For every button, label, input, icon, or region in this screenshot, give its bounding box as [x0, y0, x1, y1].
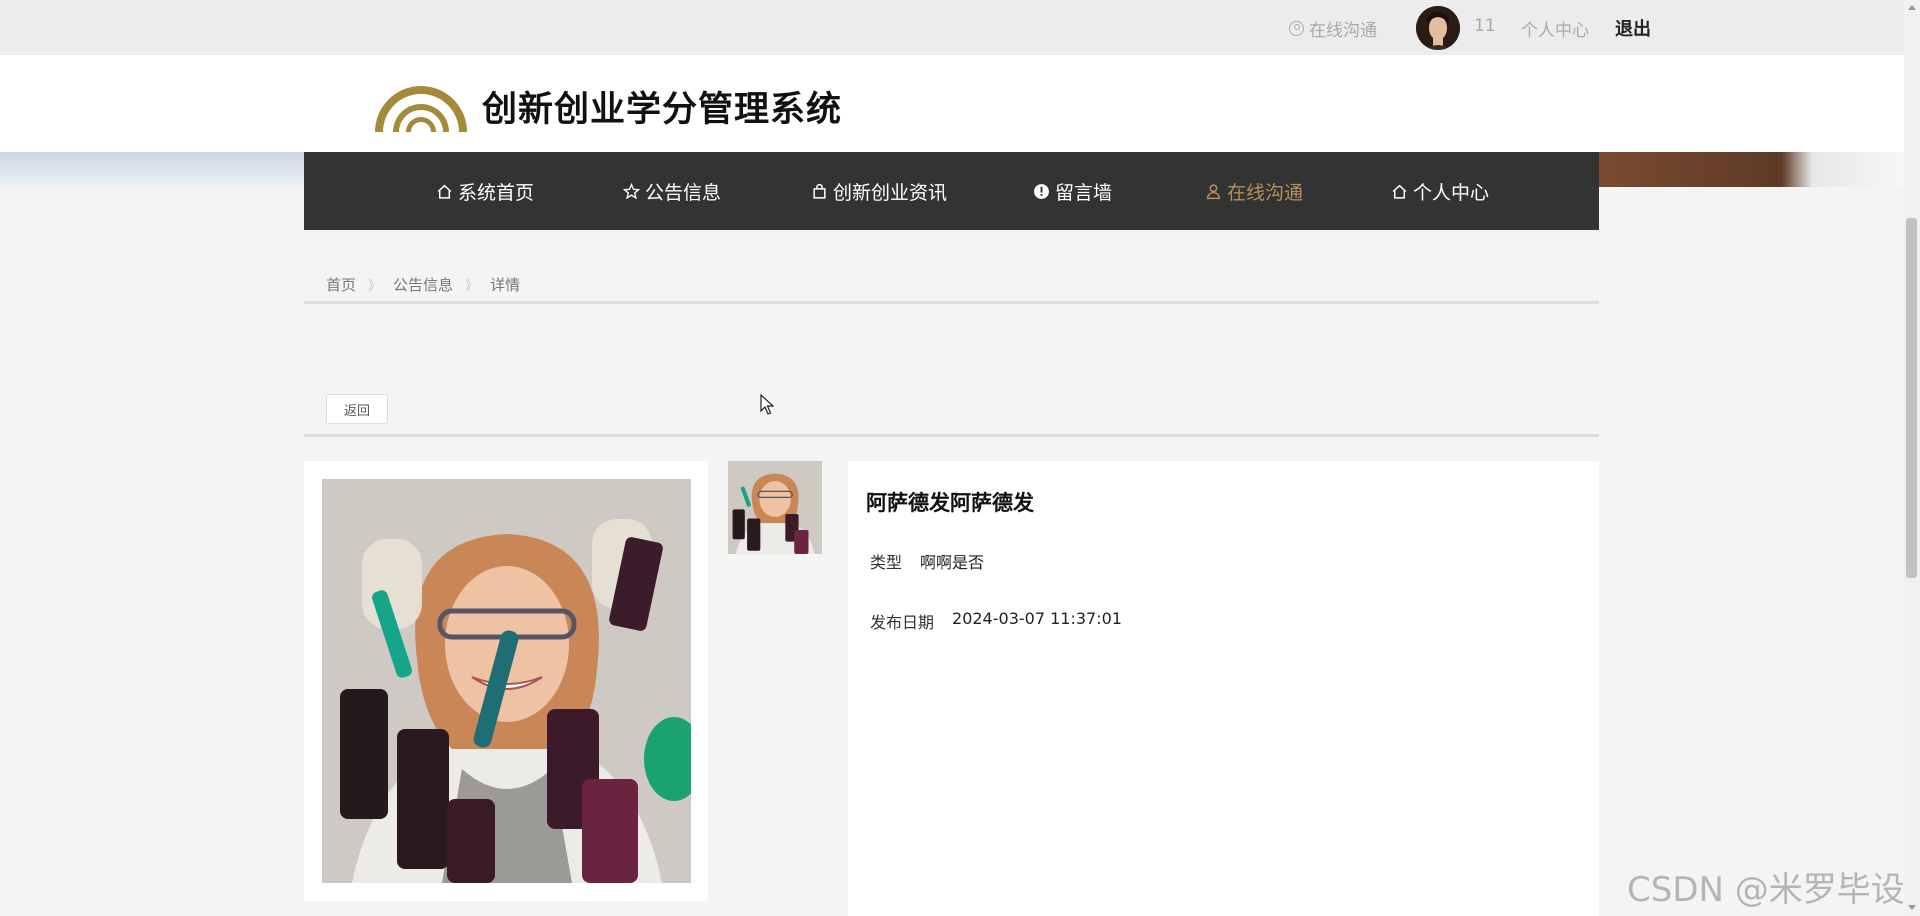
breadcrumb-separator: 》: [368, 279, 382, 294]
nav-item-label: 创新创业资讯: [833, 182, 948, 204]
main-photo[interactable]: [322, 479, 691, 883]
main-nav: 系统首页 公告信息 创新创业资讯 留言墙 在线沟通 个人中心: [304, 152, 1599, 230]
scroll-up-icon[interactable]: [1908, 5, 1916, 10]
nav-item-label: 留言墙: [1055, 182, 1113, 204]
top-chat-label: 在线沟通: [1309, 21, 1377, 41]
avatar[interactable]: [1416, 6, 1460, 50]
logo-icon: [375, 86, 467, 132]
nav-item-message-wall[interactable]: 留言墙: [1033, 178, 1112, 205]
star-icon: [623, 183, 640, 200]
nav-item-profile[interactable]: 个人中心: [1391, 178, 1489, 205]
field-type: 类型 啊啊是否: [870, 549, 984, 573]
alert-icon: [1034, 184, 1049, 199]
breadcrumb-notice[interactable]: 公告信息: [393, 274, 453, 295]
avatar-face-icon: [1416, 6, 1460, 50]
nav-item-label: 个人中心: [1413, 182, 1490, 204]
detail-card: 阿萨德发阿萨德发 类型 啊啊是否 发布日期 2024-03-07 11:37:0…: [848, 461, 1599, 916]
nav-item-notice[interactable]: 公告信息: [623, 178, 721, 205]
bag-icon: [813, 183, 826, 199]
thumbnail[interactable]: [728, 461, 822, 554]
field-label: 发布日期: [870, 613, 935, 632]
nav-item-label: 系统首页: [458, 182, 535, 204]
breadcrumb-separator: 》: [465, 279, 479, 294]
site-header: 创新创业学分管理系统: [0, 55, 1904, 152]
breadcrumb-home[interactable]: 首页: [326, 274, 356, 295]
home-icon: [437, 184, 452, 199]
home-icon: [1392, 184, 1407, 199]
watermark: CSDN @米罗毕设: [1627, 870, 1905, 910]
breadcrumb-detail: 详情: [490, 276, 521, 294]
logout-link[interactable]: 退出: [1615, 15, 1651, 41]
top-bar: 在线沟通 11 个人中心 退出: [0, 0, 1904, 55]
back-button[interactable]: 返回: [326, 394, 388, 424]
nav-item-news[interactable]: 创新创业资讯: [811, 178, 947, 205]
banner-image: [1598, 152, 1904, 187]
image-card: [304, 461, 708, 901]
user-circle-icon: [1289, 21, 1304, 36]
mouse-cursor-icon: [760, 394, 774, 415]
user-icon: [1206, 184, 1221, 200]
field-label: 类型: [870, 553, 903, 572]
field-value: 啊啊是否: [920, 553, 985, 572]
site-title: 创新创业学分管理系统: [482, 90, 843, 130]
scrollbar-thumb[interactable]: [1906, 218, 1917, 578]
field-value: 2024-03-07 11:37:01: [952, 609, 1122, 628]
nav-item-label: 在线沟通: [1227, 182, 1304, 204]
top-username: 11: [1474, 16, 1496, 36]
divider: [304, 301, 1599, 304]
field-publish-date: 发布日期 2024-03-07 11:37:01: [870, 609, 1122, 633]
nav-item-label: 公告信息: [645, 182, 722, 204]
nav-item-home[interactable]: 系统首页: [436, 178, 534, 205]
divider: [304, 434, 1599, 437]
scientist-photo-icon: [322, 479, 691, 883]
top-center-link[interactable]: 个人中心: [1521, 16, 1589, 41]
nav-item-chat[interactable]: 在线沟通: [1205, 178, 1303, 205]
top-chat-link[interactable]: 在线沟通: [1289, 16, 1377, 41]
scientist-thumbnail-icon: [728, 461, 822, 554]
breadcrumb: 首页 》 公告信息 》 详情: [326, 274, 520, 295]
detail-title: 阿萨德发阿萨德发: [866, 491, 1034, 515]
scroll-down-icon[interactable]: [1908, 905, 1916, 910]
